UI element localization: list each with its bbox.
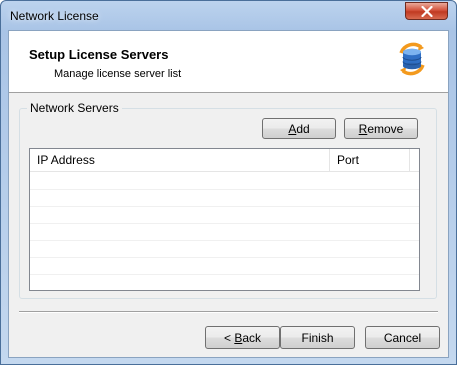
title-bar[interactable]: Network License	[1, 1, 456, 31]
add-button[interactable]: Add	[262, 118, 336, 139]
column-header-ip[interactable]: IP Address	[30, 149, 330, 171]
cancel-button[interactable]: Cancel	[365, 326, 440, 349]
finish-button[interactable]: Finish	[280, 326, 355, 349]
list-row[interactable]	[30, 223, 419, 241]
back-mnemonic: B	[234, 330, 243, 345]
close-button[interactable]	[405, 2, 448, 20]
list-row[interactable]	[30, 172, 419, 190]
wizard-header: Setup License Servers Manage license ser…	[9, 31, 448, 93]
column-header-port[interactable]: Port	[330, 149, 410, 171]
dialog-client-area: Setup License Servers Manage license ser…	[8, 30, 449, 358]
list-row[interactable]	[30, 257, 419, 275]
back-label: ack	[242, 330, 262, 345]
list-row[interactable]	[30, 206, 419, 224]
window-title: Network License	[10, 9, 99, 23]
remove-button[interactable]: Remove	[344, 118, 418, 139]
add-label: dd	[296, 121, 310, 136]
dialog-window: Network License Setup License Servers Ma…	[0, 0, 457, 365]
page-subtitle: Manage license server list	[54, 68, 182, 80]
group-label: Network Servers	[27, 101, 122, 115]
list-row[interactable]	[30, 240, 419, 258]
back-prefix: <	[223, 330, 235, 345]
back-button[interactable]: < Back	[205, 326, 280, 349]
list-row[interactable]	[30, 274, 419, 291]
add-mnemonic: A	[288, 121, 297, 136]
list-header: IP Address Port	[30, 149, 419, 172]
server-list[interactable]: IP Address Port	[29, 148, 420, 291]
list-row[interactable]	[30, 189, 419, 207]
remove-label: emove	[367, 121, 404, 136]
page-title: Setup License Servers	[29, 47, 169, 62]
remove-mnemonic: R	[358, 121, 368, 136]
database-sync-icon	[399, 42, 425, 76]
network-servers-group: Network Servers Add Remove IP Address Po…	[19, 101, 437, 299]
close-icon	[421, 6, 433, 17]
footer-separator	[19, 311, 438, 313]
